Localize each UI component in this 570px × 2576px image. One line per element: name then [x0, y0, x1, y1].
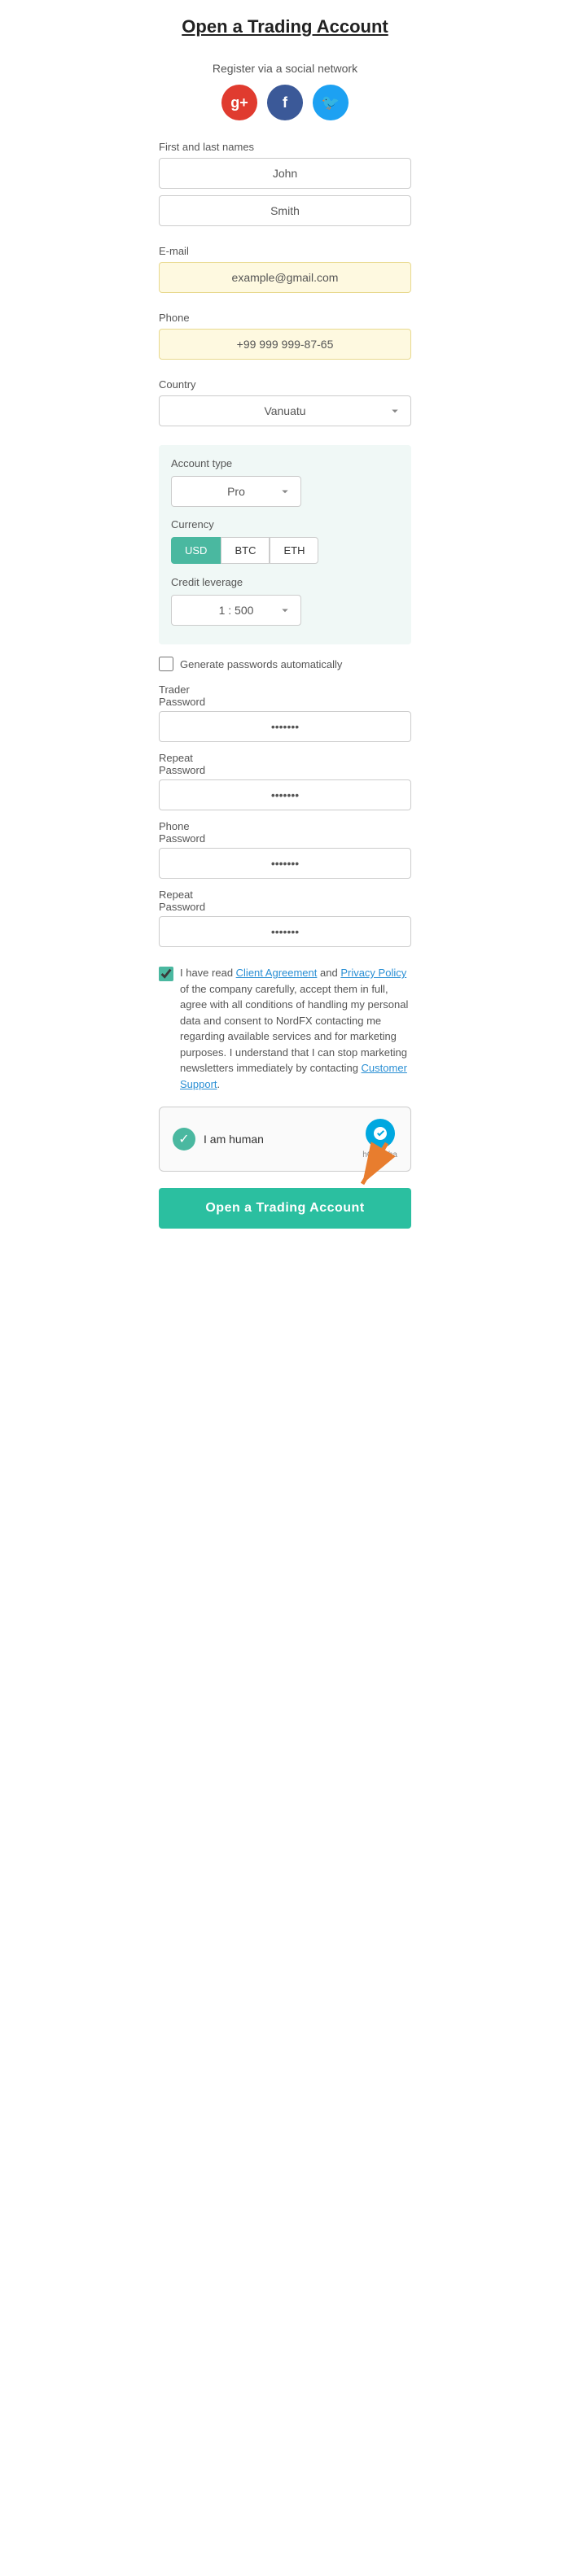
social-icons-row: g+ f 🐦 [159, 85, 411, 120]
email-section: E-mail [159, 245, 411, 299]
currency-usd-button[interactable]: USD [171, 537, 221, 564]
captcha-text: I am human [204, 1133, 264, 1146]
trader-password-group: TraderPassword [159, 683, 411, 742]
currency-btc-button[interactable]: BTC [221, 537, 270, 564]
first-name-input[interactable] [159, 158, 411, 189]
repeat-phone-password-input[interactable] [159, 916, 411, 947]
names-section: First and last names [159, 141, 411, 233]
country-select[interactable]: Vanuatu United States United Kingdom Aus… [159, 395, 411, 426]
repeat-phone-password-label: RepeatPassword [159, 889, 411, 913]
twitter-icon[interactable]: 🐦 [313, 85, 349, 120]
agreement-checkbox[interactable] [159, 967, 173, 981]
phone-password-group: PhonePassword [159, 820, 411, 879]
names-label: First and last names [159, 141, 411, 153]
email-label: E-mail [159, 245, 411, 257]
last-name-input[interactable] [159, 195, 411, 226]
generate-password-label: Generate passwords automatically [180, 658, 342, 670]
account-type-label: Account type [171, 457, 399, 469]
phone-password-label: PhonePassword [159, 820, 411, 845]
agreement-row: I have read Client Agreement and Privacy… [159, 965, 411, 1092]
captcha-checkmark: ✓ [173, 1128, 195, 1150]
repeat-password-label: RepeatPassword [159, 752, 411, 776]
leverage-select[interactable]: 1 : 100 1 : 200 1 : 500 1 : 1000 [171, 595, 301, 626]
facebook-icon-label: f [283, 94, 287, 111]
repeat-phone-password-group: RepeatPassword [159, 889, 411, 947]
facebook-icon[interactable]: f [267, 85, 303, 120]
generate-password-checkbox[interactable] [159, 657, 173, 671]
leverage-label: Credit leverage [171, 576, 399, 588]
country-section: Country Vanuatu United States United Kin… [159, 378, 411, 433]
privacy-policy-link[interactable]: Privacy Policy [340, 967, 406, 979]
currency-buttons-row: USD BTC ETH [171, 537, 399, 564]
country-label: Country [159, 378, 411, 391]
email-input[interactable] [159, 262, 411, 293]
captcha-left: ✓ I am human [173, 1128, 264, 1150]
submit-area: Open a Trading Account [159, 1188, 411, 1229]
currency-label: Currency [171, 518, 399, 530]
phone-section: Phone [159, 312, 411, 366]
account-settings-section: Account type Pro Standard ECN Currency U… [159, 445, 411, 644]
google-icon-label: g+ [230, 94, 248, 111]
submit-button[interactable]: Open a Trading Account [159, 1188, 411, 1229]
phone-label: Phone [159, 312, 411, 324]
phone-input[interactable] [159, 329, 411, 360]
trader-password-input[interactable] [159, 711, 411, 742]
client-agreement-link[interactable]: Client Agreement [236, 967, 318, 979]
page-title: Open a Trading Account [159, 16, 411, 37]
trader-password-label: TraderPassword [159, 683, 411, 708]
generate-password-row: Generate passwords automatically [159, 657, 411, 671]
repeat-password-group: RepeatPassword [159, 752, 411, 810]
google-icon[interactable]: g+ [221, 85, 257, 120]
account-type-select[interactable]: Pro Standard ECN [171, 476, 301, 507]
arrow-indicator [322, 1135, 403, 1192]
repeat-password-input[interactable] [159, 779, 411, 810]
customer-support-link[interactable]: Customer Support [180, 1062, 407, 1090]
social-register-section: Register via a social network g+ f 🐦 [159, 62, 411, 120]
currency-eth-button[interactable]: ETH [270, 537, 318, 564]
twitter-icon-label: 🐦 [322, 94, 340, 111]
agreement-label: I have read Client Agreement and Privacy… [180, 965, 411, 1092]
social-label: Register via a social network [159, 62, 411, 75]
phone-password-input[interactable] [159, 848, 411, 879]
